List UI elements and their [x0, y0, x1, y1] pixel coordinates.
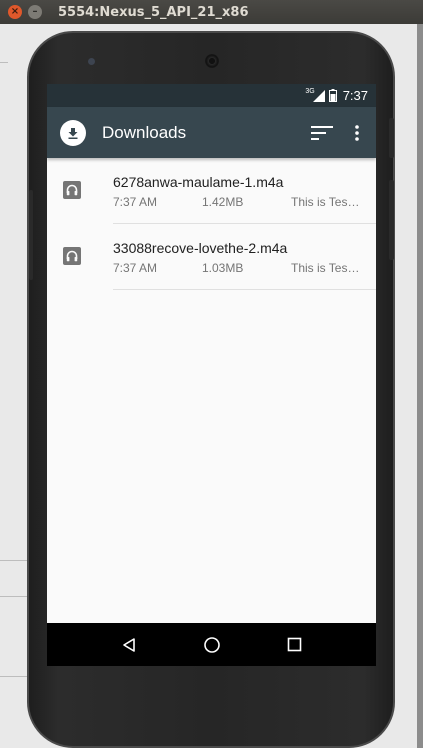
file-size: 1.03MB [202, 261, 244, 275]
battery-icon [328, 89, 337, 102]
window-title: 5554:Nexus_5_API_21_x86 [58, 4, 249, 20]
front-camera [88, 58, 95, 65]
navigation-bar [47, 623, 376, 666]
audio-file-icon [63, 247, 81, 265]
sort-icon[interactable] [304, 107, 340, 158]
host-divider [0, 560, 30, 561]
file-name: 33088recove-lovethe-2.m4a [113, 240, 288, 256]
downloads-list: 6278anwa-maulame-1.m4a 7:37 AM 1.42MB Th… [47, 158, 376, 290]
file-size: 1.42MB [202, 195, 244, 209]
host-divider [0, 62, 8, 63]
window-titlebar: × – 5554:Nexus_5_API_21_x86 [0, 0, 423, 24]
file-description: This is Tes… [291, 261, 360, 275]
power-button[interactable] [389, 118, 394, 158]
recents-icon[interactable] [275, 625, 315, 665]
home-icon[interactable] [192, 625, 232, 665]
host-divider [0, 596, 30, 597]
list-item[interactable]: 33088recove-lovethe-2.m4a 7:37 AM 1.03MB… [47, 224, 376, 290]
file-time: 7:37 AM [113, 261, 158, 275]
side-button[interactable] [29, 190, 33, 280]
earpiece-speaker [205, 54, 219, 68]
file-name: 6278anwa-maulame-1.m4a [113, 174, 284, 190]
divider [113, 289, 376, 290]
volume-button[interactable] [389, 180, 394, 260]
back-icon[interactable] [109, 625, 149, 665]
download-logo-icon [60, 119, 86, 146]
app-bar: Downloads [47, 107, 376, 158]
file-time: 7:37 AM [113, 195, 158, 209]
audio-file-icon [63, 181, 81, 199]
window-minimize-button[interactable]: – [28, 5, 42, 19]
overflow-menu-icon[interactable] [342, 107, 372, 158]
status-bar: 3G 7:37 [47, 84, 376, 107]
status-time: 7:37 [342, 88, 368, 103]
host-divider [0, 676, 30, 677]
device-screen: 3G 7:37 Downloads 6278anwa-maulame-1.m4a… [47, 84, 376, 666]
host-scrollbar[interactable] [417, 24, 423, 748]
list-item[interactable]: 6278anwa-maulame-1.m4a 7:37 AM 1.42MB Th… [47, 158, 376, 224]
network-type: 3G [305, 88, 315, 95]
window-close-button[interactable]: × [8, 5, 22, 19]
page-title: Downloads [102, 122, 187, 142]
file-description: This is Tes… [291, 195, 360, 209]
